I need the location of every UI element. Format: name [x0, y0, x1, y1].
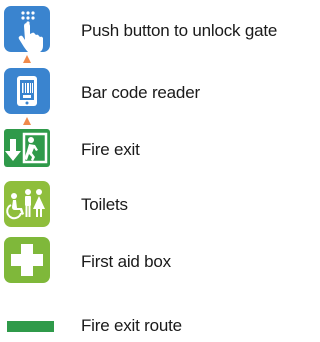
barcode-reader-icon: [4, 68, 50, 114]
legend-item-fire-exit: Fire exit: [0, 129, 306, 181]
legend-item-first-aid: First aid box: [0, 237, 306, 289]
first-aid-icon: [4, 237, 50, 283]
connector-arrow-icon: [23, 55, 31, 63]
push-button-icon: [4, 6, 50, 52]
fire-exit-icon: [4, 129, 50, 167]
connector-arrow-icon: [23, 117, 31, 125]
toilets-icon: [4, 181, 50, 227]
signage-legend: Push button to unlock gate Bar code read…: [0, 0, 306, 342]
legend-label: First aid box: [81, 252, 171, 271]
legend-label: Push button to unlock gate: [81, 21, 278, 40]
legend-item-barcode-reader: Bar code reader: [0, 68, 306, 120]
legend-label: Bar code reader: [81, 83, 200, 102]
fire-exit-route-line: [7, 321, 54, 332]
legend-label: Fire exit: [81, 140, 140, 159]
legend-item-push-button: Push button to unlock gate: [0, 6, 306, 58]
legend-label: Fire exit route: [81, 316, 182, 335]
legend-label: Toilets: [81, 195, 128, 214]
legend-item-toilets: Toilets: [0, 181, 306, 233]
